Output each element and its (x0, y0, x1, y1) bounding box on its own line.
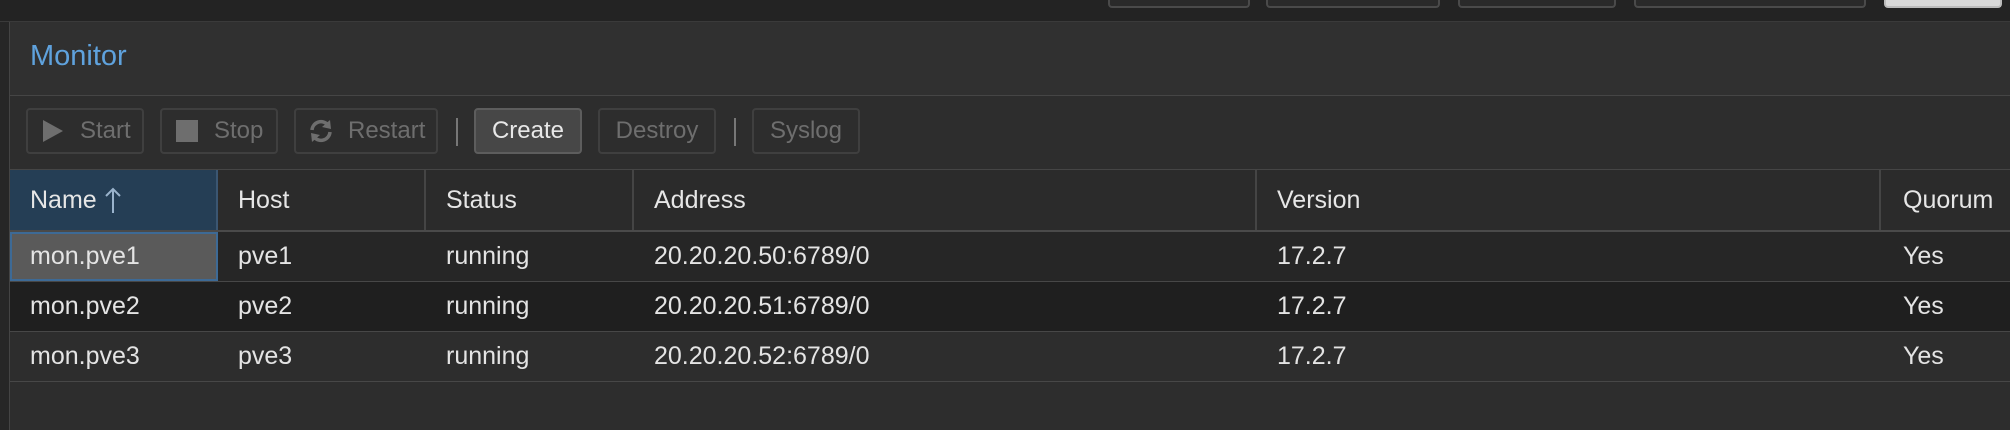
create-button-label: Create (491, 117, 565, 144)
column-header-address-label: Address (654, 185, 746, 214)
destroy-button-label: Destroy (615, 117, 699, 144)
column-header-status[interactable]: Status (426, 170, 634, 230)
monitor-panel: Monitor Start Stop Restart Create Destro… (10, 22, 2010, 430)
top-button-partial-1[interactable] (1108, 0, 1250, 8)
cell-status: running (446, 342, 530, 370)
start-button[interactable]: Start (26, 108, 144, 154)
cell-name[interactable]: mon.pve1 (10, 232, 218, 281)
cell-name: mon.pve3 (30, 342, 140, 370)
restart-button[interactable]: Restart (294, 108, 438, 154)
restart-button-label: Restart (348, 117, 426, 144)
syslog-button[interactable]: Syslog (752, 108, 860, 154)
grid-header: Name Host Status Address Version Quorum (10, 170, 2010, 232)
cell-version: 17.2.7 (1277, 342, 1347, 370)
start-button-label: Start (80, 117, 131, 144)
cell-quorum: Yes (1903, 342, 1944, 370)
column-header-quorum[interactable]: Quorum (1881, 170, 2010, 230)
stop-button-label: Stop (214, 117, 264, 144)
cell-address: 20.20.20.51:6789/0 (654, 292, 870, 320)
cell-address: 20.20.20.50:6789/0 (654, 242, 870, 270)
syslog-button-label: Syslog (769, 117, 843, 144)
top-button-partial-3[interactable] (1458, 0, 1616, 8)
top-button-partial-5[interactable] (1884, 0, 2002, 8)
monitor-toolbar: Start Stop Restart Create Destroy Syslog (10, 97, 2010, 170)
top-button-partial-4[interactable] (1634, 0, 1866, 8)
column-header-name[interactable]: Name (10, 170, 218, 230)
table-row[interactable]: mon.pve1 pve1 running 20.20.20.50:6789/0… (10, 232, 2010, 282)
left-edge-border (0, 22, 10, 430)
cell-address: 20.20.20.52:6789/0 (654, 342, 870, 370)
column-header-host[interactable]: Host (218, 170, 426, 230)
cell-host: pve2 (238, 292, 293, 320)
cell-quorum: Yes (1903, 292, 1944, 320)
cell-status: running (446, 242, 530, 270)
cell-version: 17.2.7 (1277, 292, 1347, 320)
panel-header: Monitor (10, 22, 2010, 96)
cell-version: 17.2.7 (1277, 242, 1347, 270)
destroy-button[interactable]: Destroy (598, 108, 716, 154)
cell-name: mon.pve2 (30, 292, 140, 320)
toolbar-separator-1 (456, 118, 458, 146)
stop-button[interactable]: Stop (160, 108, 278, 154)
top-toolbar-strip (0, 0, 2010, 22)
toolbar-separator-2 (734, 118, 736, 146)
table-row[interactable]: mon.pve3 pve3 running 20.20.20.52:6789/0… (10, 332, 2010, 382)
table-row[interactable]: mon.pve2 pve2 running 20.20.20.51:6789/0… (10, 282, 2010, 332)
arrow-up-icon (104, 186, 121, 214)
column-header-version[interactable]: Version (1257, 170, 1881, 230)
top-button-partial-2[interactable] (1266, 0, 1440, 8)
refresh-icon (308, 118, 334, 144)
cell-host: pve3 (238, 342, 293, 370)
panel-title: Monitor (30, 40, 127, 72)
cell-host: pve1 (238, 242, 293, 270)
column-header-host-label: Host (238, 185, 290, 214)
column-header-name-label: Name (30, 185, 97, 214)
column-header-quorum-label: Quorum (1903, 185, 1994, 214)
column-header-version-label: Version (1277, 185, 1361, 214)
column-header-address[interactable]: Address (634, 170, 1257, 230)
create-button[interactable]: Create (474, 108, 582, 154)
column-header-status-label: Status (446, 185, 517, 214)
play-icon (40, 118, 66, 144)
stop-icon (174, 118, 200, 144)
cell-quorum: Yes (1903, 242, 1944, 270)
cell-status: running (446, 292, 530, 320)
